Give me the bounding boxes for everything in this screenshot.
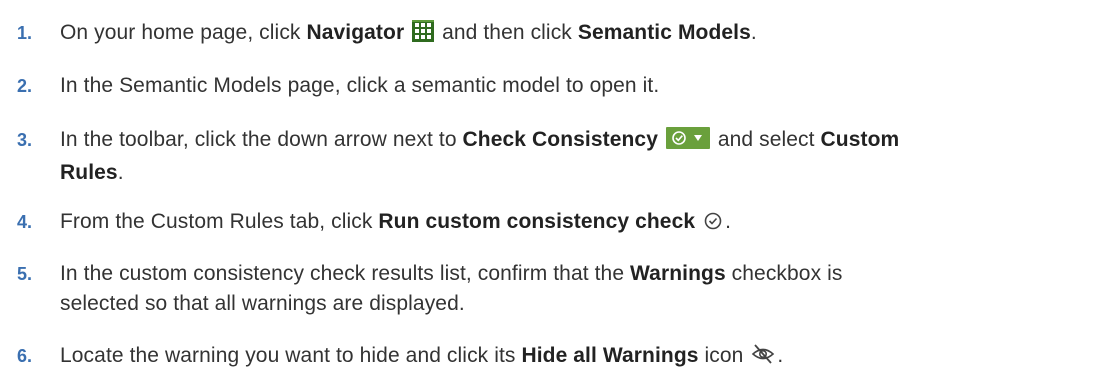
check-circle-icon [703,210,723,240]
step-text: Locate the warning you want to hide and … [60,341,1109,374]
step-text: In the custom consistency check results … [60,262,843,315]
step-number: 1. [17,23,33,43]
ui-label-hide-all-warnings: Hide all Warnings [521,344,699,367]
check-consistency-dropdown-icon [665,127,710,158]
step-number: 4. [17,212,33,232]
ui-label-semantic-models: Semantic Models [577,21,751,44]
step-number: 3. [17,130,33,150]
step-text: In the Semantic Models page, click a sem… [60,74,660,97]
step-text: In the toolbar, click the down arrow nex… [60,127,900,184]
step-number: 5. [17,264,33,284]
ui-label-run-custom-consistency-check: Run custom consistency check [378,210,696,233]
step-text: On your home page, click Navigator and t… [60,18,1109,51]
step-text: From the Custom Rules tab, click Run cus… [60,207,1109,240]
step-number: 6. [17,346,33,366]
ui-label-warnings: Warnings [630,262,726,285]
hide-warnings-icon [751,343,775,374]
ui-label-navigator: Navigator [306,21,405,44]
ui-label-check-consistency: Check Consistency [462,128,658,151]
grid-icon [412,20,435,51]
step-number: 2. [17,76,33,96]
